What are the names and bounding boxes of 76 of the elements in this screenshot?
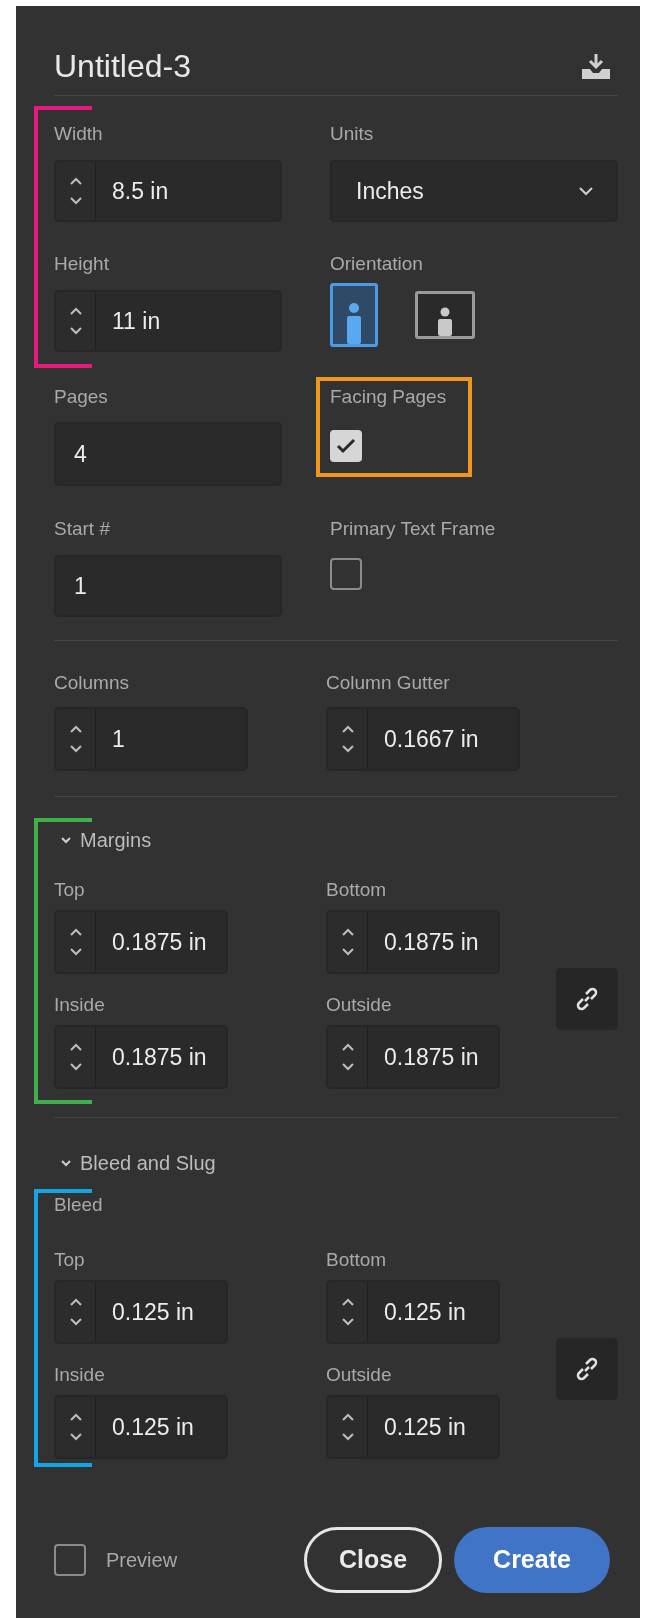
chevron-down-icon [60,1157,72,1169]
chevron-down-icon [68,196,83,205]
window-title: Untitled-3 [54,47,191,86]
checkbox[interactable] [330,430,362,462]
number-field[interactable]: 11 in [54,290,282,352]
create-button[interactable]: Create [454,1527,610,1593]
field-label: Bottom [326,1248,387,1272]
portrait-orientation-button[interactable] [330,283,378,347]
number-field[interactable]: 0.125 in [326,1280,500,1344]
download-icon[interactable] [580,52,612,80]
chevron-up-icon [340,1043,355,1052]
number-field[interactable]: 4 [54,422,282,486]
chevron-down-icon [340,947,355,956]
field-label: Top [54,1248,85,1272]
chevron-up-icon [68,1298,83,1307]
units-dropdown[interactable]: Inches [330,160,618,222]
number-field[interactable]: 8.5 in [54,160,282,222]
section-toggle[interactable]: Bleed and Slug [60,1151,216,1175]
field-label: Bottom [326,878,387,902]
number-field[interactable]: 1 [54,555,282,617]
chevron-down-icon [60,834,72,846]
number-field[interactable]: 0.125 in [326,1395,500,1459]
field-label: Facing Pages [330,385,447,409]
chevron-down-icon [340,1317,355,1326]
chevron-down-icon [68,1317,83,1326]
field-label: Units [330,122,374,146]
checkbox[interactable] [330,558,362,590]
chevron-up-icon [340,928,355,937]
field-label: Primary Text Frame [330,517,496,541]
chevron-down-icon [340,744,355,753]
chevron-up-icon [68,307,83,316]
chevron-down-icon [68,1062,83,1071]
chevron-up-icon [340,725,355,734]
chevron-up-icon [68,1043,83,1052]
field-label: Inside [54,1363,105,1387]
checkbox[interactable] [54,1544,86,1576]
chevron-up-icon [340,1413,355,1422]
landscape-orientation-button[interactable] [415,291,475,339]
number-field[interactable]: 0.125 in [54,1280,228,1344]
number-field[interactable]: 0.1875 in [326,910,500,974]
field-label: Height [54,252,109,276]
field-label: Column Gutter [326,671,450,695]
chevron-down-icon [68,947,83,956]
preview-label: Preview [106,1548,178,1573]
link-button[interactable] [556,1337,618,1400]
section-toggle[interactable]: Margins [60,828,152,852]
chevron-down-icon [340,1432,355,1441]
chevron-down-icon [68,326,83,335]
chevron-up-icon [68,725,83,734]
chevron-down-icon [68,1432,83,1441]
link-button[interactable] [556,967,618,1030]
field-label: Top [54,878,85,902]
field-label: Orientation [330,252,423,276]
field-label: Columns [54,671,129,695]
number-field[interactable]: 1 [54,707,248,771]
checkmark-icon [336,438,356,454]
field-label: Start # [54,517,110,541]
chevron-down-icon [340,1062,355,1071]
chevron-up-icon [68,1413,83,1422]
field-label: Width [54,122,103,146]
field-label: Outside [326,1363,392,1387]
field-label: Pages [54,385,108,409]
chevron-up-icon [340,1298,355,1307]
chevron-up-icon [68,928,83,937]
close-button[interactable]: Close [304,1527,442,1593]
field-label: Inside [54,993,105,1017]
chevron-down-icon [68,744,83,753]
chevron-down-icon [578,186,594,196]
number-field[interactable]: 0.1875 in [54,1025,228,1089]
field-label: Bleed [54,1193,103,1217]
number-field[interactable]: 0.1875 in [54,910,228,974]
field-label: Outside [326,993,392,1017]
number-field[interactable]: 0.1667 in [326,707,520,771]
number-field[interactable]: 0.125 in [54,1395,228,1459]
chevron-up-icon [68,177,83,186]
number-field[interactable]: 0.1875 in [326,1025,500,1089]
